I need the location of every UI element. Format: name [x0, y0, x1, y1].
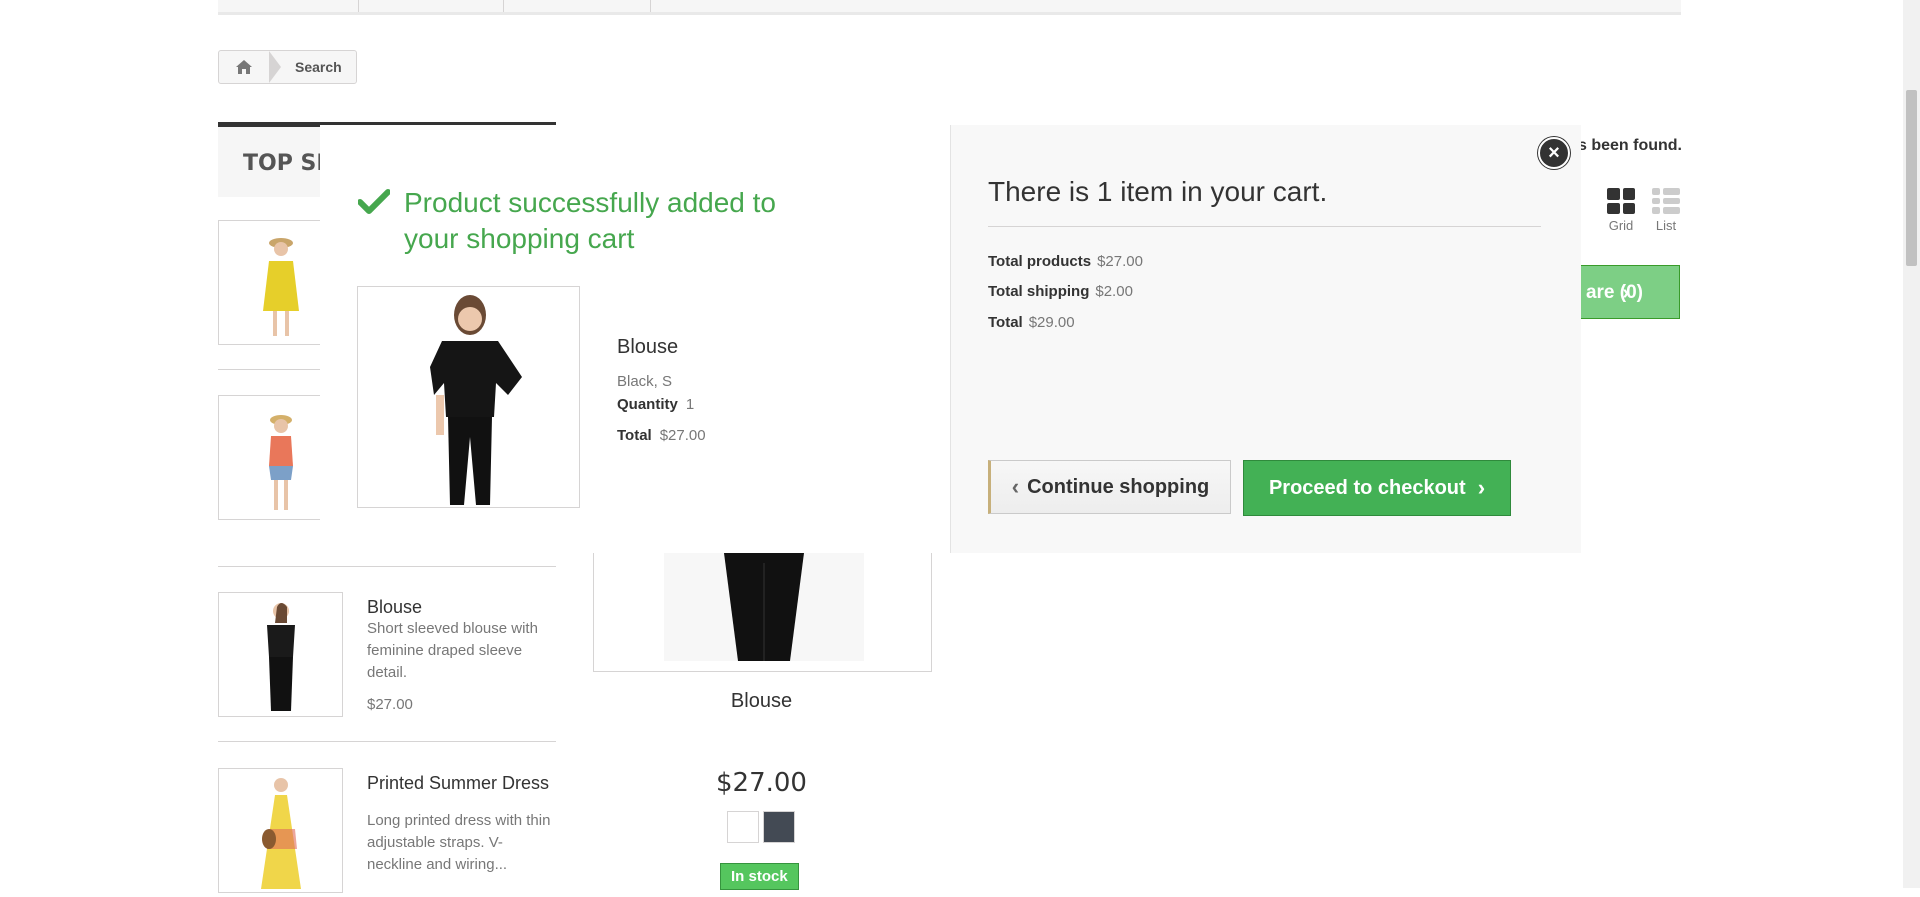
total-products-label: Total products — [988, 253, 1092, 270]
total-label: Total — [617, 427, 652, 444]
close-icon[interactable]: × — [1538, 137, 1570, 169]
list-label: List — [1655, 218, 1677, 233]
color-swatch-white[interactable] — [727, 811, 759, 843]
menu-separator — [650, 0, 651, 12]
grid-view-button[interactable]: Grid — [1603, 188, 1639, 233]
product-price: $27.00 — [716, 768, 807, 798]
compare-button[interactable]: are (0) › — [1578, 265, 1680, 319]
product-thumbnail[interactable] — [218, 592, 343, 717]
stock-badge: In stock — [720, 863, 799, 890]
list-view-button[interactable]: List — [1648, 188, 1684, 233]
grand-total-row: Total $29.00 — [988, 314, 1075, 331]
total-products-row: Total products $27.00 — [988, 253, 1143, 270]
quantity-value: 1 — [685, 396, 695, 413]
modal-total-row: Total $27.00 — [617, 427, 706, 444]
home-icon[interactable] — [219, 51, 269, 83]
modal-product-image — [357, 286, 580, 508]
results-count-text: s been found. — [1578, 137, 1682, 154]
grand-total-value: $29.00 — [1028, 314, 1075, 331]
chevron-left-icon: ‹ — [1011, 474, 1020, 499]
modal-product-attributes: Black, S — [617, 373, 673, 390]
check-icon — [358, 185, 392, 225]
color-swatch-dark[interactable] — [763, 811, 795, 843]
divider — [218, 566, 556, 567]
quantity-label: Quantity — [617, 396, 678, 413]
total-products-value: $27.00 — [1097, 253, 1143, 270]
cart-count-heading: There is 1 item in your cart. — [988, 176, 1328, 207]
total-value: $27.00 — [659, 427, 706, 444]
product-name[interactable]: Blouse — [367, 596, 557, 618]
scrollbar-thumb[interactable] — [1906, 90, 1917, 266]
divider — [988, 226, 1541, 227]
modal-title-text: Product successfully added to your shopp… — [404, 187, 776, 254]
product-description: Short sleeved blouse with feminine drape… — [367, 620, 538, 681]
product-image[interactable] — [593, 553, 932, 672]
total-shipping-row: Total shipping $2.00 — [988, 283, 1133, 300]
grid-label: Grid — [1608, 218, 1634, 233]
menu-separator — [358, 0, 359, 12]
total-shipping-label: Total shipping — [988, 283, 1090, 300]
checkout-label: Proceed to checkout — [1268, 476, 1466, 499]
breadcrumb-current: Search — [295, 59, 342, 75]
block-title: TOP SE — [243, 151, 332, 176]
product-title[interactable]: Blouse — [593, 690, 930, 713]
menu-separator — [503, 0, 504, 12]
total-shipping-value: $2.00 — [1095, 283, 1133, 300]
continue-shopping-label: Continue shopping — [1027, 475, 1210, 498]
product-price: $27.00 — [367, 696, 413, 713]
continue-shopping-button[interactable]: ‹ Continue shopping — [988, 460, 1231, 514]
modal-title: Product successfully added to your shopp… — [358, 185, 804, 257]
grid-icon — [1607, 188, 1635, 214]
product-thumbnail[interactable] — [218, 768, 343, 893]
modal-product-name: Blouse — [617, 336, 679, 358]
modal-quantity-row: Quantity 1 — [617, 396, 694, 413]
divider — [218, 741, 556, 742]
top-menu-bar — [218, 0, 1681, 15]
product-name[interactable]: Printed Summer Dress — [367, 772, 557, 794]
breadcrumb-separator — [269, 51, 281, 83]
chevron-right-icon: › — [1477, 475, 1486, 500]
page-scrollbar[interactable] — [1903, 0, 1920, 888]
chevron-right-icon: › — [1622, 282, 1629, 304]
grand-total-label: Total — [988, 314, 1023, 331]
product-description: Long printed dress with thin adjustable … — [367, 812, 551, 873]
list-icon — [1652, 188, 1680, 214]
breadcrumb: Search — [218, 50, 357, 84]
proceed-to-checkout-button[interactable]: Proceed to checkout › — [1243, 460, 1511, 516]
